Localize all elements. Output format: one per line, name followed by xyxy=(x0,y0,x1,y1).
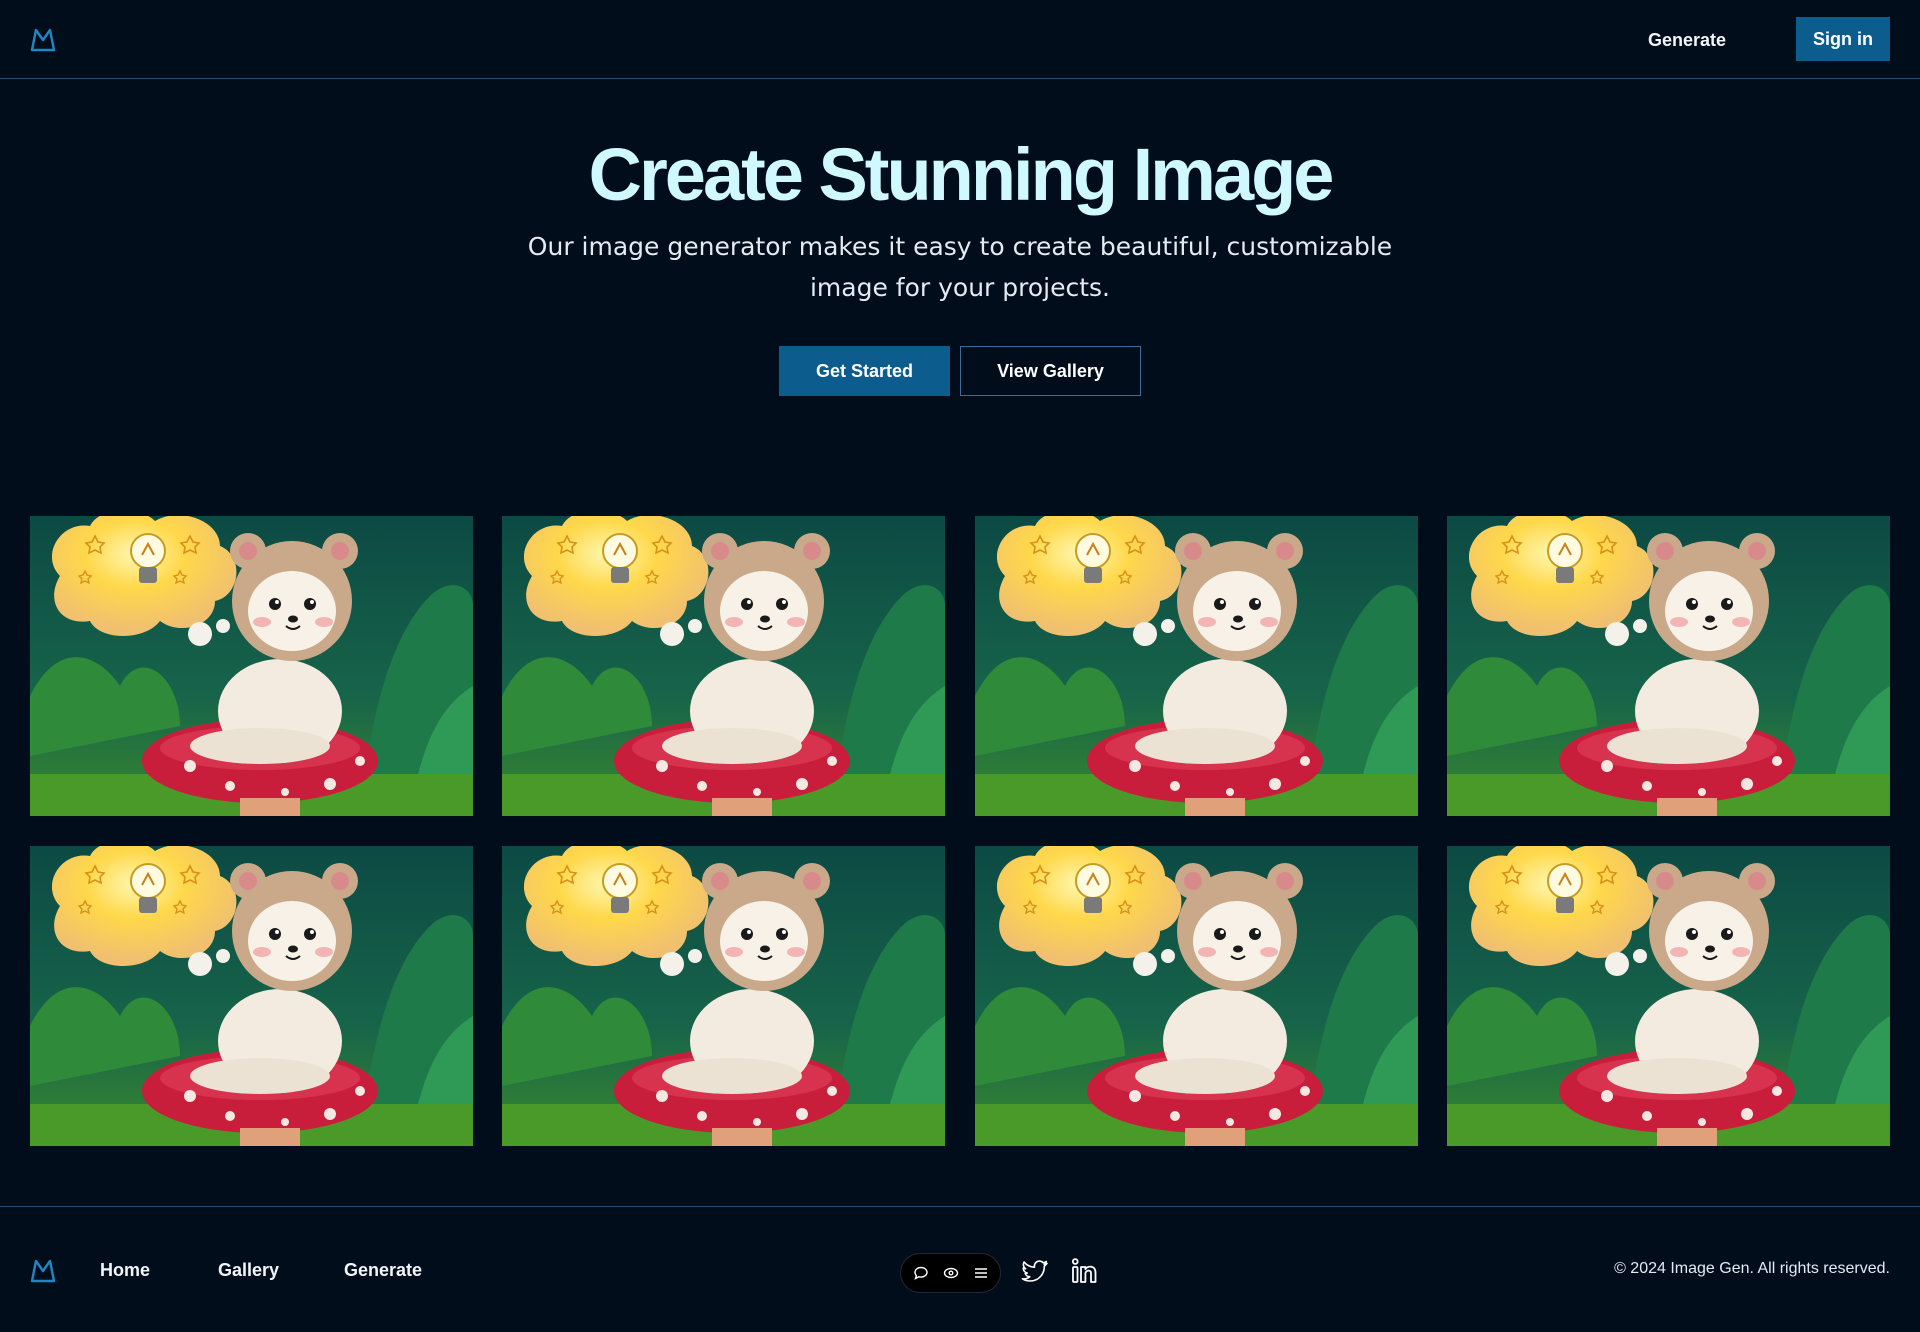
footer-logo-icon[interactable] xyxy=(30,1257,56,1283)
gallery-image[interactable] xyxy=(1447,516,1890,816)
sign-in-button[interactable]: Sign in xyxy=(1796,17,1890,61)
menu-icon[interactable] xyxy=(973,1265,989,1281)
gallery-image[interactable] xyxy=(30,516,473,816)
footer-link-generate[interactable]: Generate xyxy=(344,1257,422,1283)
floating-toolbar xyxy=(900,1253,1001,1293)
gallery-image[interactable] xyxy=(502,846,945,1146)
footer-link-gallery[interactable]: Gallery xyxy=(218,1257,279,1283)
copyright-text: © 2024 Image Gen. All rights reserved. xyxy=(1614,1260,1890,1277)
gallery-image[interactable] xyxy=(30,846,473,1146)
get-started-button[interactable]: Get Started xyxy=(779,346,950,396)
view-gallery-button[interactable]: View Gallery xyxy=(960,346,1141,396)
nav-generate-link[interactable]: Generate xyxy=(1648,24,1726,56)
gallery-image[interactable] xyxy=(1447,846,1890,1146)
page-title: Create Stunning Image xyxy=(588,133,1335,216)
gallery-image[interactable] xyxy=(975,516,1418,816)
gallery-image[interactable] xyxy=(502,516,945,816)
footer-link-home[interactable]: Home xyxy=(100,1257,150,1283)
eye-icon[interactable] xyxy=(943,1265,959,1281)
mountain-logo-icon[interactable] xyxy=(30,26,56,52)
linkedin-icon[interactable] xyxy=(1070,1256,1100,1286)
top-header: Generate Sign in xyxy=(0,0,1920,79)
footer-divider xyxy=(0,1206,1920,1207)
gallery-image[interactable] xyxy=(975,846,1418,1146)
chat-icon[interactable] xyxy=(913,1265,929,1281)
hero-subtitle: Our image generator makes it easy to cre… xyxy=(527,232,1393,302)
twitter-icon[interactable] xyxy=(1020,1256,1050,1286)
